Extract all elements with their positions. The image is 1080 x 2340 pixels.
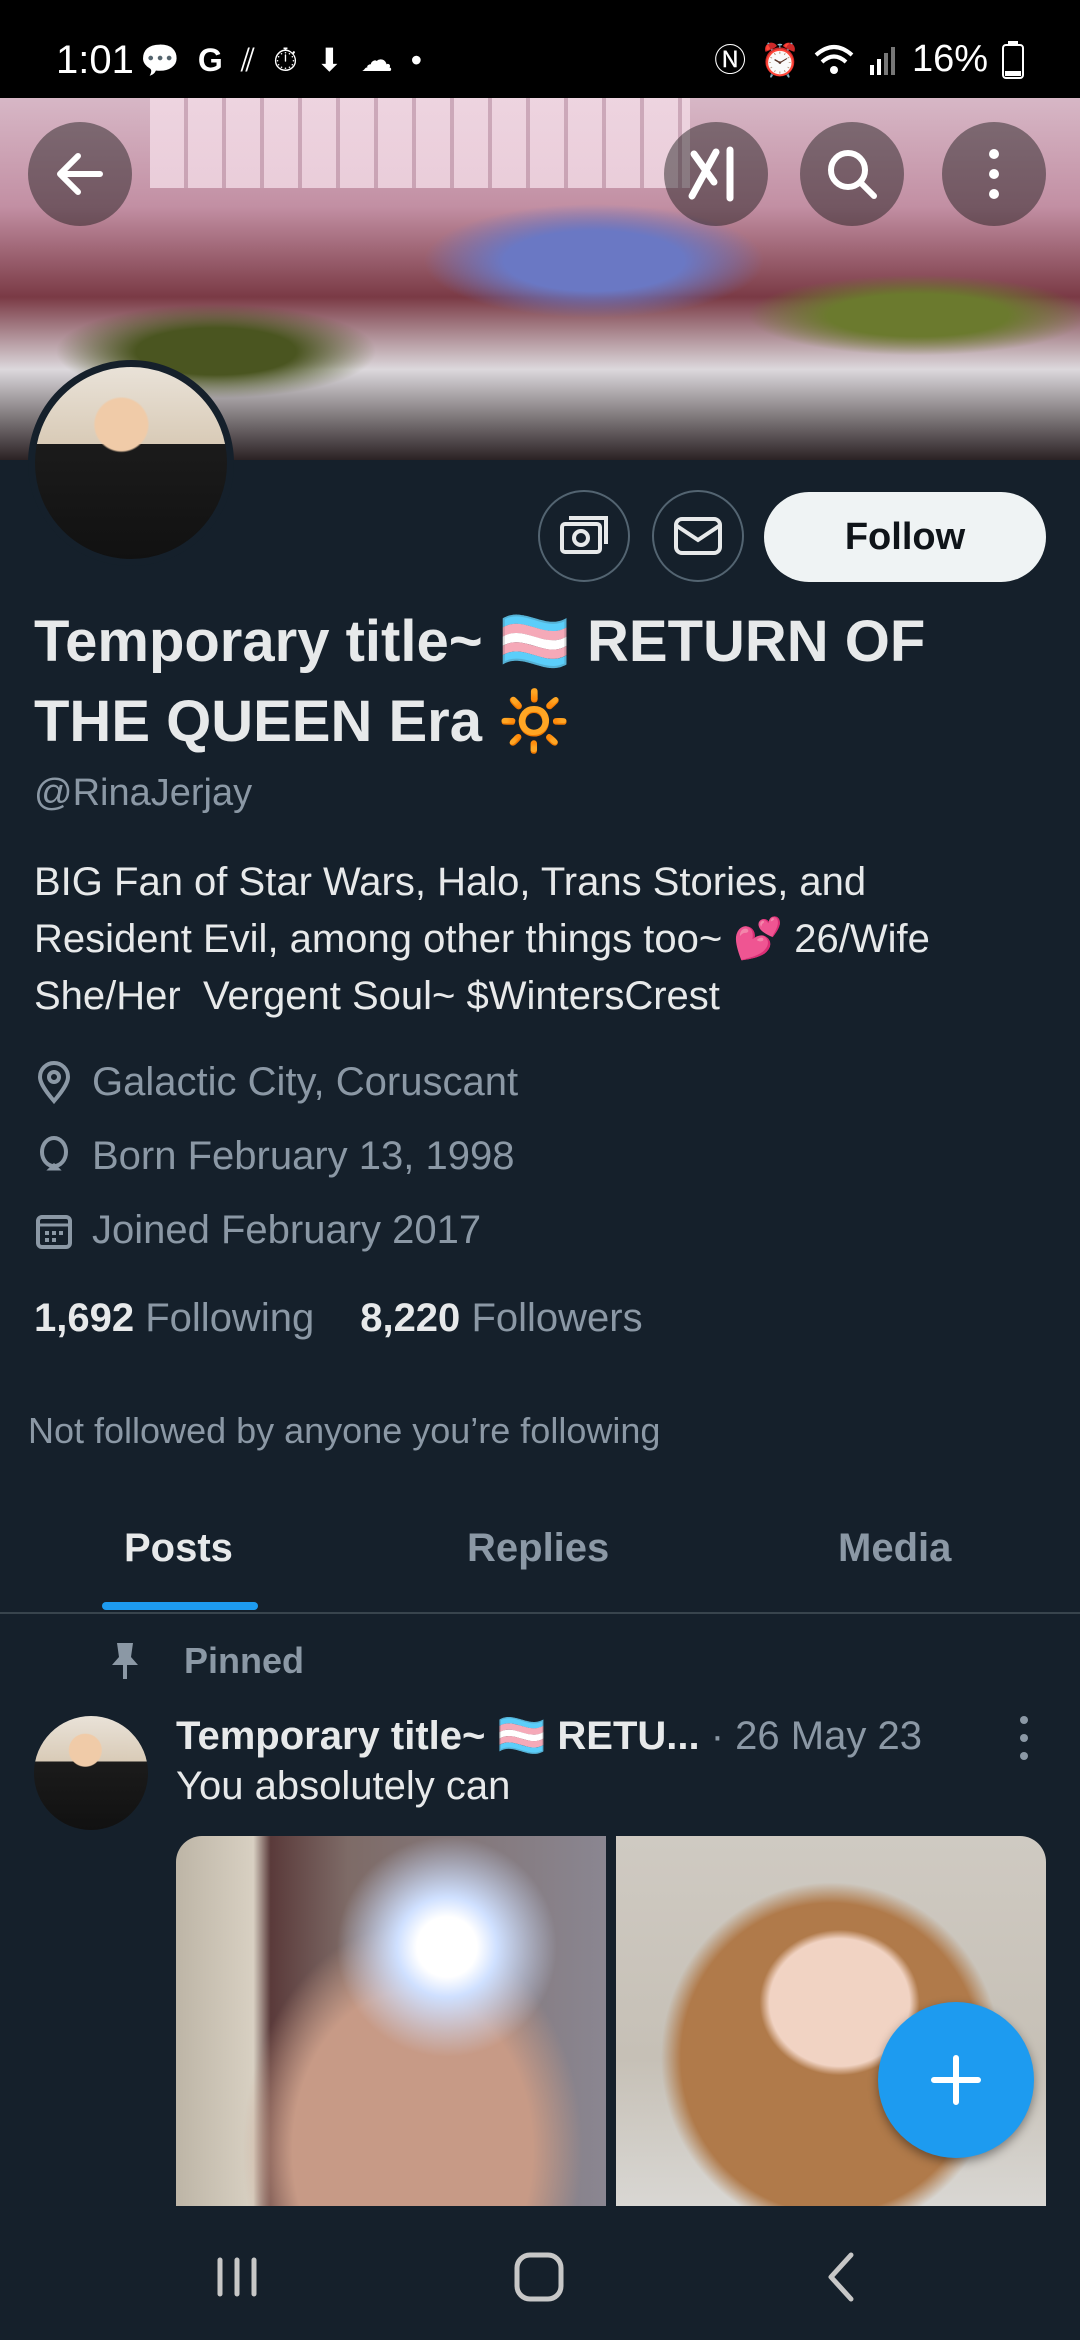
location-pin-icon	[37, 1060, 71, 1104]
chevron-left-icon	[828, 2252, 854, 2302]
recent-apps-icon	[217, 2257, 257, 2297]
calendar-icon	[36, 1214, 72, 1249]
post-image-left[interactable]	[176, 1836, 606, 2206]
pin-icon	[112, 1643, 138, 1679]
following-link[interactable]: 1,692 Following	[34, 1296, 314, 1341]
grok-icon	[688, 146, 734, 202]
location-text: Galactic City, Coruscant	[92, 1060, 519, 1104]
system-nav-bar	[0, 2206, 1080, 2340]
chat-bubble-icon: 💬	[140, 42, 180, 78]
google-icon: G	[197, 42, 223, 78]
wifi-icon	[814, 44, 854, 74]
back-button[interactable]	[28, 122, 132, 226]
followers-link[interactable]: 8,220 Followers	[360, 1296, 642, 1341]
compose-button[interactable]	[878, 2002, 1034, 2158]
plus-icon	[931, 2055, 981, 2105]
not-followed-text: Not followed by anyone you’re following	[28, 1410, 661, 1451]
envelope-icon	[674, 517, 722, 555]
nfc-icon: Ⓝ	[714, 41, 747, 78]
post-text: You absolutely can	[176, 1764, 511, 1808]
more-vertical-icon	[989, 149, 999, 199]
cloud-icon: ☁	[360, 42, 393, 78]
bio-line: She/Her Vergent Soul~ $WintersCrest	[34, 974, 720, 1018]
bio-line: BIG Fan of Star Wars, Halo, Trans Storie…	[34, 860, 867, 904]
status-icons-left: 💬 G ⫽ ⏱ ⬇ ☁ •	[140, 40, 422, 80]
grok-button[interactable]	[664, 122, 768, 226]
location-row: Galactic City, Coruscant	[34, 1060, 518, 1105]
dot-icon: •	[410, 42, 422, 78]
tab-media[interactable]: Media	[838, 1526, 951, 1571]
recent-apps-button[interactable]	[192, 2242, 282, 2312]
profile-avatar[interactable]	[28, 360, 234, 566]
arrow-left-icon	[57, 153, 103, 195]
home-icon	[514, 2252, 564, 2302]
follow-stats: 1,692 Following 8,220 Followers	[34, 1296, 643, 1341]
money-icon	[560, 516, 608, 554]
message-button[interactable]	[652, 490, 744, 582]
signal-icon: ⫽	[240, 42, 256, 78]
location-icon: ⬇	[315, 42, 343, 78]
post-date[interactable]: · 26 May 23	[700, 1714, 922, 1758]
status-icons-right: Ⓝ ⏰ 16%	[714, 38, 1024, 81]
profile-handle: @RinaJerjay	[34, 772, 253, 814]
home-button[interactable]	[494, 2242, 584, 2312]
following-count: 1,692	[34, 1296, 135, 1340]
timer-icon: ⏱	[273, 42, 298, 78]
birthday-row: Born February 13, 1998	[34, 1134, 514, 1179]
followers-label: Followers	[471, 1296, 643, 1340]
profile-tabs: Posts Replies Media	[0, 1512, 1080, 1614]
profile-name: Temporary title~ 🏳️‍⚧️ RETURN OF THE QUE…	[34, 609, 926, 754]
alarm-icon: ⏰	[760, 41, 800, 78]
pinned-label: Pinned	[184, 1640, 305, 1681]
banner-keyboard-art	[150, 98, 690, 188]
profile-bio: BIG Fan of Star Wars, Halo, Trans Storie…	[34, 854, 1044, 1025]
subscribe-button[interactable]	[538, 490, 630, 582]
following-label: Following	[145, 1296, 315, 1340]
bio-line: Resident Evil, among other things too~ 💕…	[34, 917, 930, 961]
cell-signal-icon	[869, 46, 895, 75]
post-more-icon[interactable]	[1012, 1716, 1036, 1760]
battery-level: 16%	[911, 38, 988, 80]
post-author[interactable]: Temporary title~ 🏳️‍⚧️ RETU...	[176, 1714, 700, 1758]
joined-text: Joined February 2017	[92, 1208, 482, 1252]
status-bar: 1:01 💬 G ⫽ ⏱ ⬇ ☁ • Ⓝ ⏰ 16%	[0, 0, 1080, 98]
followers-count: 8,220	[360, 1296, 461, 1340]
pinned-indicator: Pinned	[108, 1640, 304, 1682]
follow-button[interactable]: Follow	[764, 492, 1046, 582]
back-nav-button[interactable]	[796, 2242, 886, 2312]
birthday-text: Born February 13, 1998	[92, 1134, 515, 1178]
balloon-icon	[40, 1135, 68, 1170]
search-button[interactable]	[800, 122, 904, 226]
tab-replies[interactable]: Replies	[467, 1526, 609, 1571]
post-header: Temporary title~ 🏳️‍⚧️ RETU... · 26 May …	[176, 1712, 922, 1759]
tab-posts[interactable]: Posts	[124, 1526, 233, 1571]
post-avatar[interactable]	[34, 1716, 148, 1830]
active-tab-indicator	[102, 1602, 258, 1610]
battery-icon	[1002, 40, 1024, 79]
more-button[interactable]	[942, 122, 1046, 226]
search-icon	[828, 150, 877, 199]
joined-row: Joined February 2017	[34, 1208, 481, 1253]
status-time: 1:01	[56, 38, 134, 82]
